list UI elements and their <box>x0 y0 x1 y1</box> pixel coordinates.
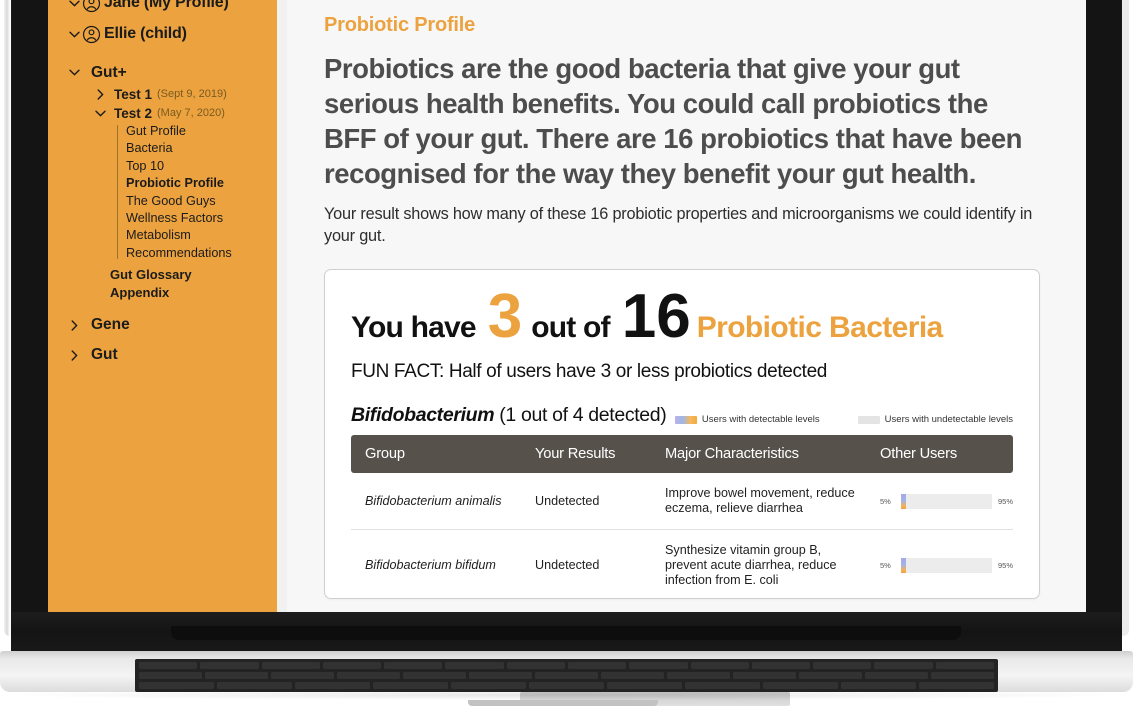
sidebar-item-gut[interactable]: Gut <box>48 340 277 370</box>
bar-right-percent: 95% <box>997 561 1013 570</box>
bar-left-percent: 5% <box>880 496 891 506</box>
sub-paragraph: Your result shows how many of these 16 p… <box>324 205 1033 245</box>
person-circle-icon <box>82 25 101 44</box>
genus-row: Bifidobacterium (1 out of 4 detected) Us… <box>351 404 1013 427</box>
cell-your-result: Undetected <box>521 529 651 598</box>
sidebar-item-appendix[interactable]: Appendix <box>110 284 277 302</box>
sidebar-navigation: Jane (My Profile) Ellie (child) Gut+ Tes… <box>48 0 277 612</box>
lead-paragraph: Probiotics are the good bacteria that gi… <box>324 53 1023 189</box>
sidebar-item-recommendations[interactable]: Recommendations <box>126 245 277 262</box>
legend-label: Users with detectable levels <box>701 414 820 425</box>
headline-suffix: Probiotic Bacteria <box>696 311 944 344</box>
sidebar-item-gut-glossary[interactable]: Gut Glossary <box>110 266 277 284</box>
cell-group: Bifidobacterium animalis <box>351 473 521 530</box>
chevron-down-icon[interactable] <box>92 110 108 117</box>
cell-characteristics: Synthesize vitamin group B, prevent acut… <box>651 529 866 598</box>
sidebar-item-top-10[interactable]: Top 10 <box>126 158 277 175</box>
genus-detected-note: (1 out of 4 detected) <box>499 404 667 426</box>
sidebar-section-gutplus: Gut+ Test 1 (Sept 9, 2019) Test 2 (May 7… <box>48 60 277 302</box>
legend-label: Users with undetectable levels <box>884 414 1013 425</box>
sidebar-item-probiotic-profile[interactable]: Probiotic Profile <box>126 175 277 192</box>
chart-legend: Users with detectable levels Users with … <box>674 414 1013 427</box>
table-header: Group Your Results Major Characteristics… <box>351 435 1013 473</box>
headline-detected-count: 3 <box>487 282 523 351</box>
sidebar-item-label: Test 1 <box>114 86 153 102</box>
sidebar-item-label: Gene <box>91 316 130 333</box>
chevron-down-icon[interactable] <box>66 0 82 7</box>
cell-your-result: Undetected <box>521 473 651 530</box>
sidebar-item-metabolism[interactable]: Metabolism <box>126 227 277 244</box>
sidebar-item-label: Jane (My Profile) <box>104 0 229 11</box>
person-circle-icon <box>82 0 101 13</box>
bar-fill <box>901 558 906 573</box>
sidebar-item-label: Gut+ <box>91 63 127 81</box>
sidebar-item-the-good-guys[interactable]: The Good Guys <box>126 193 277 210</box>
bar-track <box>901 558 992 573</box>
fun-fact-text: FUN FACT: Half of users have 3 or less p… <box>351 361 828 382</box>
chevron-right-icon[interactable] <box>66 349 82 361</box>
bar-right-percent: 95% <box>997 496 1013 506</box>
headline-count: You have 3 out of 16 Probiotic Bacteria <box>351 282 1013 351</box>
sidebar-item-date: (Sept 9, 2019) <box>157 88 227 100</box>
table-row[interactable]: Bifidobacterium bifidum Undetected Synth… <box>351 529 1013 598</box>
column-header-other-users: Other Users <box>866 435 1013 473</box>
bar-left-percent: 5% <box>880 561 891 570</box>
sidebar-tail-links: Gut Glossary Appendix <box>48 266 277 302</box>
column-header-characteristics: Major Characteristics <box>651 435 866 473</box>
sidebar-item-label: Gut <box>91 346 118 363</box>
page-title: Probiotic Profile <box>324 14 476 36</box>
other-users-bar: 5% 95% <box>880 493 1013 509</box>
sidebar-item-wellness-factors[interactable]: Wellness Factors <box>126 210 277 227</box>
table-row[interactable]: Bifidobacterium animalis Undetected Impr… <box>351 473 1013 530</box>
bar-fill <box>901 493 906 509</box>
sidebar-item-gene[interactable]: Gene <box>48 310 277 340</box>
sidebar-item-label: Test 2 <box>114 105 153 121</box>
laptop-mockup: Jane (My Profile) Ellie (child) Gut+ Tes… <box>0 0 1133 706</box>
cell-characteristics: Improve bowel movement, reduce eczema, r… <box>651 473 866 530</box>
sidebar-item-gut-profile[interactable]: Gut Profile <box>126 123 277 140</box>
other-users-bar: 5% 95% <box>880 558 1013 573</box>
column-header-your-results: Your Results <box>521 435 651 473</box>
main-content: Probiotic Profile Probiotics are the goo… <box>287 0 1086 612</box>
sidebar-item-test-1[interactable]: Test 1 (Sept 9, 2019) <box>48 85 277 103</box>
cell-other-users: 5% 95% <box>866 473 1013 530</box>
laptop-keyboard <box>135 659 998 692</box>
sidebar-subnav-test-2: Gut Profile Bacteria Top 10 Probiotic Pr… <box>48 123 277 262</box>
laptop-base-lip <box>11 612 1122 656</box>
sidebar-item-ellie-profile[interactable]: Ellie (child) <box>48 19 277 49</box>
table-header-row: Group Your Results Major Characteristics… <box>351 435 1013 473</box>
column-header-group: Group <box>351 435 521 473</box>
laptop-front-notch <box>468 700 658 706</box>
laptop-shadow <box>0 690 1133 700</box>
chevron-right-icon[interactable] <box>66 319 82 331</box>
sidebar-item-gutplus[interactable]: Gut+ <box>48 60 277 85</box>
legend-swatch-icon <box>857 415 880 424</box>
sidebar-item-test-2[interactable]: Test 2 (May 7, 2020) <box>48 104 277 122</box>
sidebar-bottom-sections: Gene Gut <box>48 310 277 370</box>
genus-heading: Bifidobacterium (1 out of 4 detected) <box>351 404 667 427</box>
app-window: Jane (My Profile) Ellie (child) Gut+ Tes… <box>48 0 1086 612</box>
genus-latin-name: Bifidobacterium <box>351 404 495 426</box>
chevron-down-icon[interactable] <box>66 69 82 76</box>
cell-group: Bifidobacterium bifidum <box>351 529 521 598</box>
legend-swatch-icon <box>674 415 697 424</box>
bar-track <box>901 493 992 509</box>
headline-total-count: 16 <box>621 282 691 351</box>
chevron-down-icon[interactable] <box>66 31 82 38</box>
table-body: Bifidobacterium animalis Undetected Impr… <box>351 473 1013 598</box>
sidebar-item-bacteria[interactable]: Bacteria <box>126 140 277 157</box>
probiotic-results-table: Group Your Results Major Characteristics… <box>351 435 1013 598</box>
sidebar-item-date: (May 7, 2020) <box>157 107 225 119</box>
headline-middle: out of <box>531 311 610 344</box>
headline-prefix: You have <box>351 311 477 344</box>
cell-other-users: 5% 95% <box>866 529 1013 598</box>
legend-item-undetectable: Users with undetectable levels <box>857 414 1013 425</box>
legend-item-detectable: Users with detectable levels <box>674 414 820 425</box>
sidebar-item-jane-profile[interactable]: Jane (My Profile) <box>48 0 277 18</box>
chevron-right-icon[interactable] <box>92 88 108 100</box>
sidebar-item-label: Ellie (child) <box>104 25 187 42</box>
laptop-screen: Jane (My Profile) Ellie (child) Gut+ Tes… <box>48 0 1086 612</box>
probiotic-result-card: You have 3 out of 16 Probiotic Bacteria … <box>324 269 1040 599</box>
sidebar-divider <box>277 0 287 612</box>
